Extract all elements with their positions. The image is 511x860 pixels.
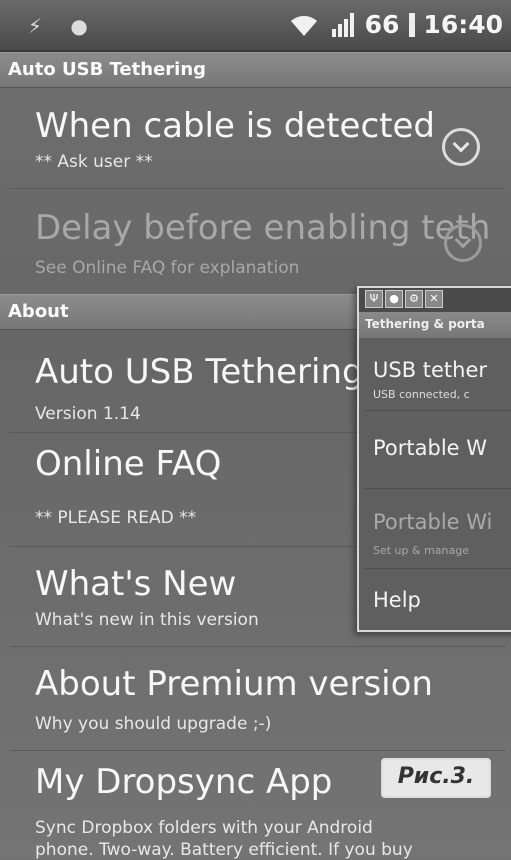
divider <box>365 410 511 411</box>
portable-hotspot-item[interactable]: Portable W <box>373 436 487 460</box>
pref-summary: Sync Dropbox folders with your Android <box>35 818 373 838</box>
android-icon: ● <box>70 14 88 38</box>
usb-icon: ⚡ <box>28 14 43 38</box>
pref-summary: Why you should upgrade ;-) <box>35 714 272 734</box>
usb-icon: Ψ <box>365 290 383 308</box>
usb-tethering-summary: USB connected, c <box>373 388 470 401</box>
screen: ⚡ ● 66 16:40 Auto USB Tethering When cab… <box>0 0 511 860</box>
pref-summary: See Online FAQ for explanation <box>35 258 300 278</box>
about-header-label: About <box>8 301 69 322</box>
divider <box>10 646 505 647</box>
usb-tethering-item[interactable]: USB tether <box>373 358 487 382</box>
pref-summary-line2: phone. Two-way. Battery efficient. If yo… <box>35 840 413 860</box>
divider <box>365 488 511 489</box>
overlay-status-icons: Ψ ● ⚙ ✕ <box>359 288 511 312</box>
pref-when-cable-detected[interactable]: When cable is detected ** Ask user ** <box>0 90 511 182</box>
pref-summary: What's new in this version <box>35 610 259 630</box>
pref-title: About Premium version <box>35 664 433 704</box>
pref-title: Auto USB Tethering <box>35 352 364 392</box>
pref-title: When cable is detected <box>35 106 435 146</box>
pref-summary: Version 1.14 <box>35 404 141 424</box>
pref-title: My Dropsync App <box>35 762 333 802</box>
overlay-header: Tethering & porta <box>359 312 511 338</box>
pref-title: Online FAQ <box>35 444 222 484</box>
battery-icon <box>409 12 416 37</box>
portable-hotspot-settings-item[interactable]: Portable Wi <box>373 510 492 534</box>
app-title-header: Auto USB Tethering <box>0 52 511 88</box>
pref-title: What's New <box>35 564 237 604</box>
help-item[interactable]: Help <box>373 588 421 612</box>
divider <box>10 750 505 751</box>
tethering-settings-panel: Ψ ● ⚙ ✕ Tethering & porta USB tether USB… <box>357 286 511 632</box>
portable-hotspot-settings-summary: Set up & manage <box>373 544 470 557</box>
chevron-down-icon[interactable] <box>444 224 482 262</box>
pref-delay-before-enabling[interactable]: Delay before enabling teth See Online FA… <box>0 190 511 294</box>
divider <box>10 188 505 189</box>
battery-level: 66 <box>364 10 400 39</box>
settings-icon: ⚙ <box>405 290 423 308</box>
app-title: Auto USB Tethering <box>8 59 207 80</box>
about-item-premium[interactable]: About Premium version Why you should upg… <box>0 648 511 748</box>
pref-summary: ** PLEASE READ ** <box>35 508 197 528</box>
chevron-down-icon[interactable] <box>442 128 480 166</box>
status-bar: ⚡ ● 66 16:40 <box>0 0 511 52</box>
wifi-icon <box>290 15 317 36</box>
no-sim-icon: ✕ <box>425 290 443 308</box>
divider <box>365 568 511 569</box>
figure-label: Рис.3. <box>381 758 491 798</box>
pref-summary: ** Ask user ** <box>35 152 153 172</box>
signal-icon <box>331 12 354 37</box>
clock: 16:40 <box>423 10 503 39</box>
android-icon: ● <box>385 290 403 308</box>
pref-title: Delay before enabling teth <box>35 208 491 248</box>
